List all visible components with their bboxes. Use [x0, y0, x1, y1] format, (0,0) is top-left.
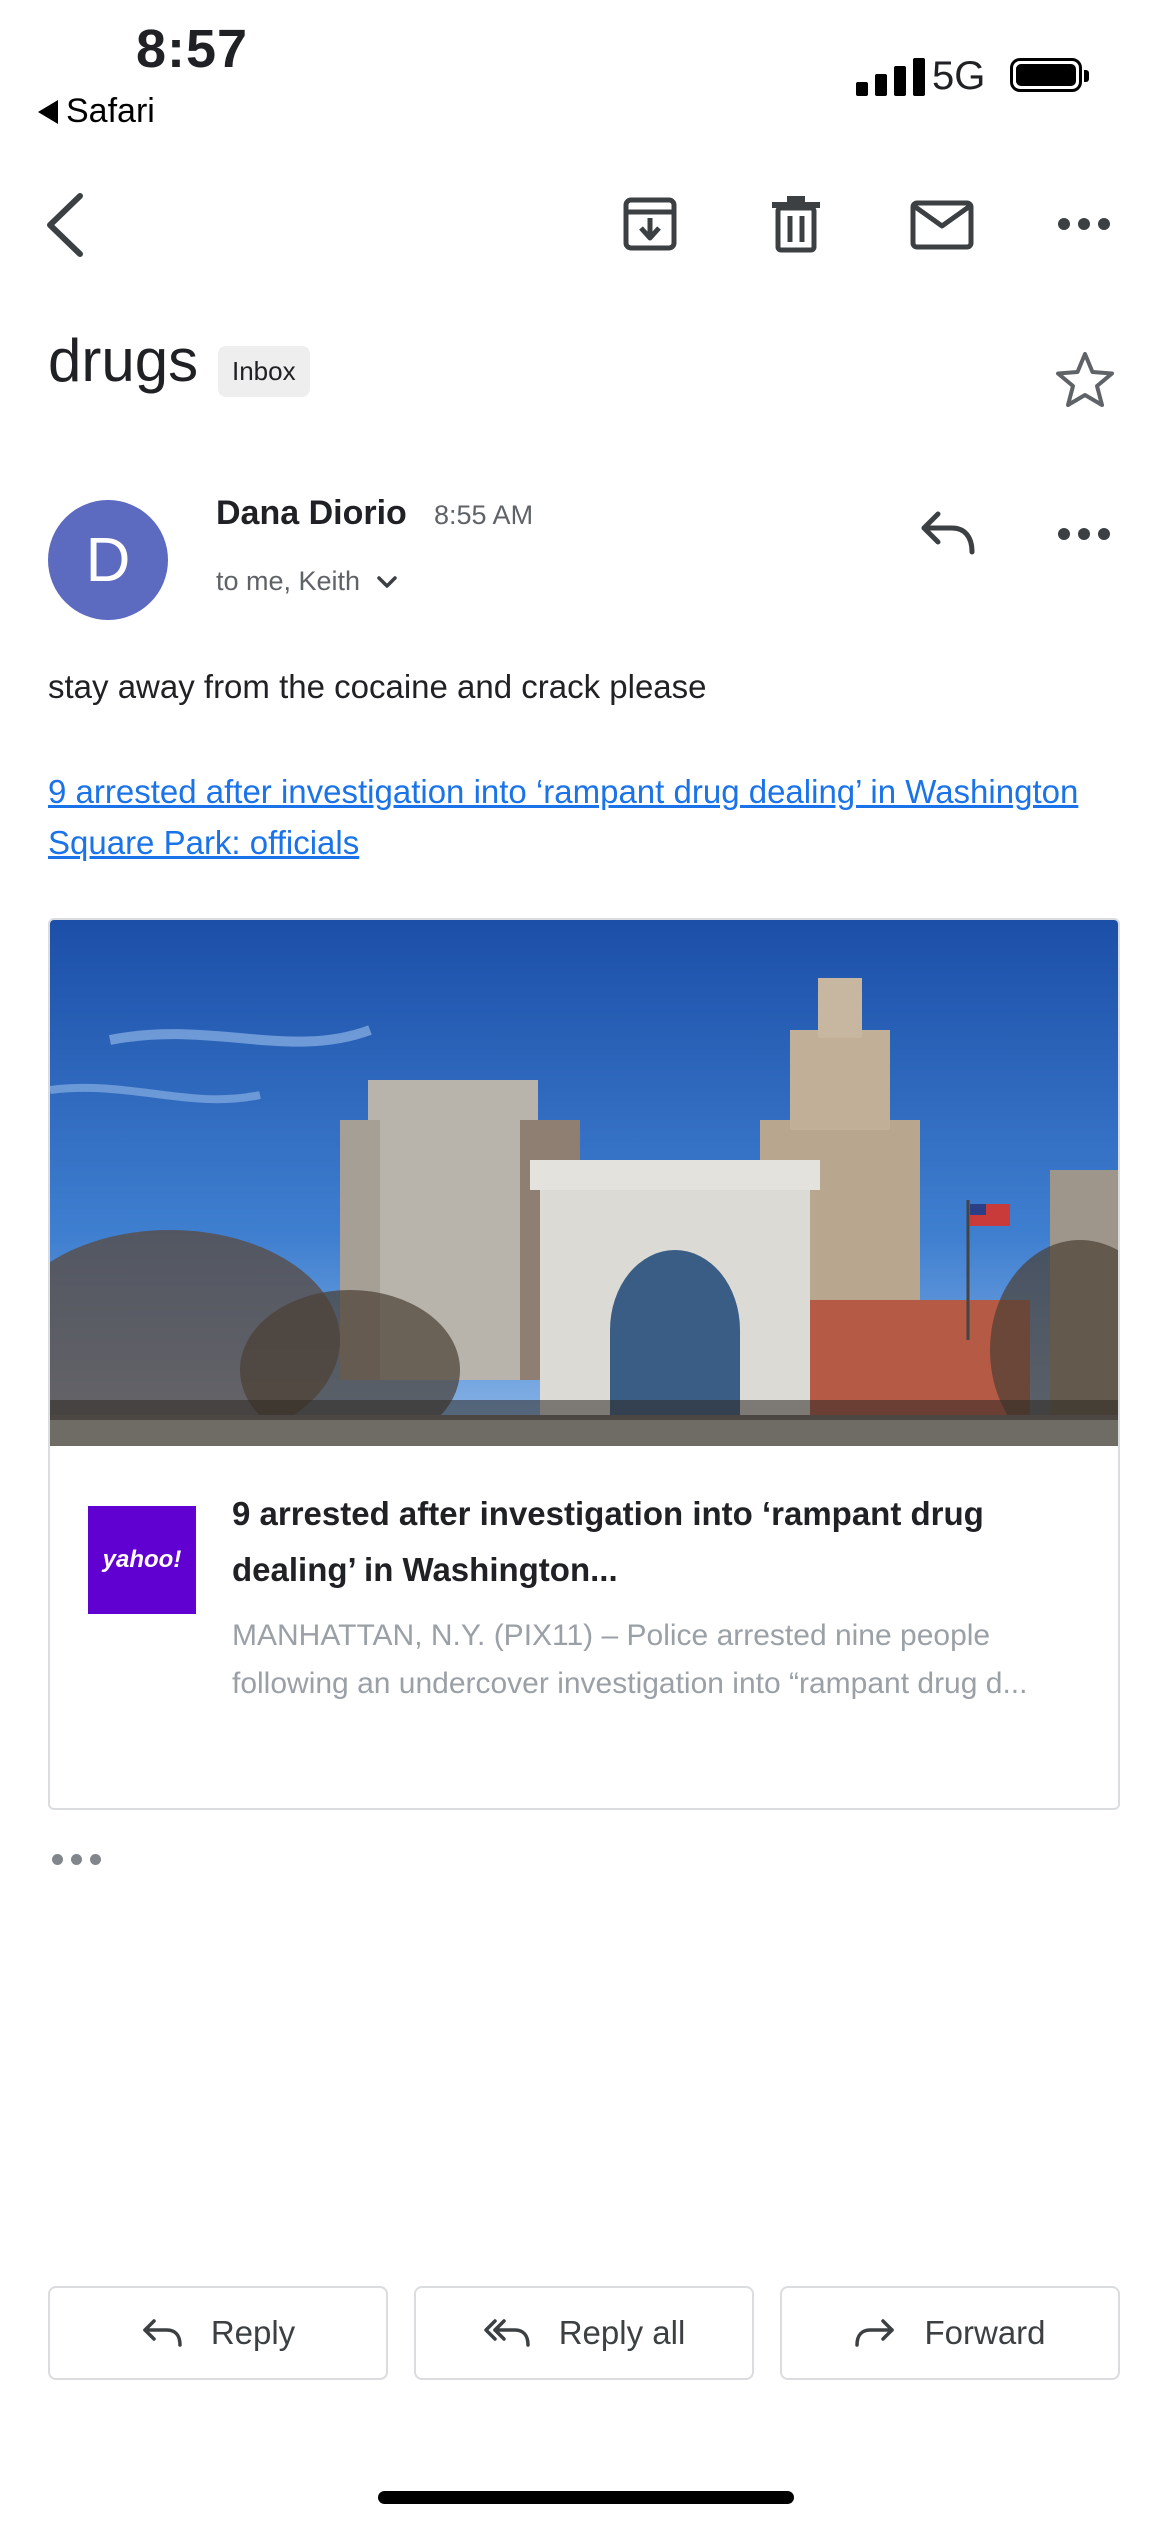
back-triangle-icon: [38, 99, 58, 124]
delete-icon[interactable]: [770, 194, 822, 254]
reply-all-button-label: Reply all: [558, 2314, 686, 2351]
home-indicator[interactable]: [378, 2491, 794, 2504]
link-preview-card[interactable]: yahoo! 9 arrested after investigation in…: [48, 918, 1120, 1810]
reply-all-button[interactable]: Reply all: [414, 2286, 754, 2380]
yahoo-logo: yahoo!: [88, 1506, 196, 1614]
forward-button[interactable]: Forward: [780, 2286, 1120, 2380]
network-type: 5G: [932, 54, 986, 98]
sender-avatar[interactable]: D: [48, 500, 168, 620]
archive-icon[interactable]: [622, 196, 678, 252]
back-app-label: Safari: [66, 92, 155, 130]
star-icon[interactable]: [1054, 350, 1116, 410]
preview-description: MANHATTAN, N.Y. (PIX11) – Police arreste…: [232, 1619, 1028, 1700]
reply-button-label: Reply: [210, 2314, 296, 2351]
forward-icon: [855, 2319, 895, 2347]
recipients-toggle[interactable]: to me, Keith: [216, 566, 398, 597]
inbox-label-chip[interactable]: Inbox: [218, 346, 310, 397]
reply-icon: [143, 2319, 182, 2347]
washington-square-arch-photo: [50, 920, 1118, 1446]
reply-all-icon: [483, 2319, 530, 2347]
article-link[interactable]: 9 arrested after investigation into ‘ram…: [48, 766, 1128, 868]
sender-name: Dana Diorio: [216, 494, 407, 532]
back-arrow-icon[interactable]: [40, 190, 90, 260]
recipients-text: to me, Keith: [216, 566, 361, 596]
message-more-icon[interactable]: [1058, 524, 1110, 544]
more-options-icon[interactable]: [1058, 214, 1110, 234]
reply-icon[interactable]: [918, 508, 978, 558]
signal-strength-icon: [856, 56, 925, 96]
email-time: 8:55 AM: [434, 500, 534, 530]
reply-button[interactable]: Reply: [48, 2286, 388, 2380]
battery-icon: [1010, 58, 1089, 92]
back-to-safari-link[interactable]: Safari: [38, 92, 155, 131]
email-subject: drugs: [48, 327, 199, 394]
mark-unread-icon[interactable]: [910, 200, 974, 250]
preview-title: 9 arrested after investigation into ‘ram…: [232, 1495, 984, 1588]
email-body-text: stay away from the cocaine and crack ple…: [48, 668, 707, 705]
chevron-down-icon: [377, 575, 397, 588]
show-trimmed-content-icon[interactable]: [52, 1854, 101, 1865]
status-time: 8:57: [136, 19, 249, 79]
forward-button-label: Forward: [924, 2314, 1046, 2351]
